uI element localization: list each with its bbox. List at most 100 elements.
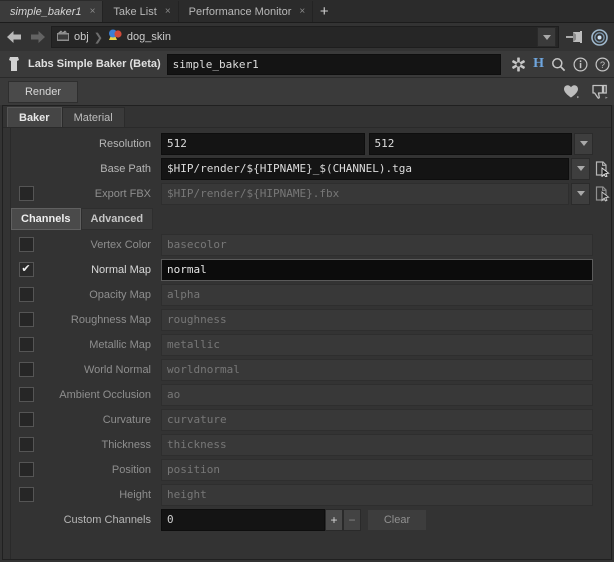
row-roughness-map: Roughness Map roughness <box>3 307 611 332</box>
pane-tab-simple-baker1[interactable]: simple_baker1 × <box>0 1 104 22</box>
export-fbx-input[interactable]: $HIP/render/${HIPNAME}.fbx <box>161 182 569 205</box>
export-fbx-label: Export FBX <box>94 187 151 200</box>
roughness-map-checkbox-cell[interactable] <box>11 312 41 327</box>
export-fbx-menu-button[interactable] <box>571 182 590 205</box>
pane-tab-strip: simple_baker1 × Take List × Performance … <box>0 0 614 23</box>
export-fbx-checkbox[interactable] <box>18 186 34 201</box>
metallic-map-input[interactable]: metallic <box>161 333 593 356</box>
curvature-checkbox[interactable] <box>18 412 34 427</box>
row-metallic-map: Metallic Map metallic <box>3 332 611 357</box>
thickness-input[interactable]: thickness <box>161 433 593 456</box>
world-normal-checkbox-cell[interactable] <box>11 362 41 377</box>
base-path-menu-button[interactable] <box>571 157 590 180</box>
render-button[interactable]: Render <box>8 80 78 103</box>
position-checkbox[interactable] <box>18 462 34 477</box>
row-world-normal: World Normal worldnormal <box>3 357 611 382</box>
close-icon[interactable]: × <box>299 6 305 17</box>
tab-material[interactable]: Material <box>61 107 125 127</box>
thumb-down-icon[interactable] <box>591 84 608 100</box>
vertex-color-label: Vertex Color <box>90 238 151 251</box>
height-label: Height <box>119 488 151 501</box>
base-path-browse-button[interactable] <box>593 159 611 179</box>
curvature-input[interactable]: curvature <box>161 408 593 431</box>
base-path-input[interactable]: $HIP/render/${HIPNAME}_$(CHANNEL).tga <box>161 157 569 180</box>
back-arrow-icon[interactable] <box>5 28 23 46</box>
position-input[interactable]: position <box>161 458 593 481</box>
resolution-menu-button[interactable] <box>574 132 593 155</box>
roughness-map-input[interactable]: roughness <box>161 308 593 331</box>
close-icon[interactable]: × <box>165 6 171 17</box>
custom-channels-add-button[interactable]: + <box>325 508 343 531</box>
custom-channels-clear-button[interactable]: Clear <box>367 508 427 531</box>
metallic-map-checkbox[interactable] <box>18 337 34 352</box>
normal-map-checkbox-cell[interactable]: ✔ <box>11 262 41 277</box>
search-icon[interactable] <box>551 57 566 72</box>
chevron-down-icon <box>542 34 551 40</box>
custom-channels-input[interactable]: 0 <box>161 508 325 531</box>
gear-icon[interactable] <box>511 57 526 72</box>
height-checkbox[interactable] <box>18 487 34 502</box>
forward-arrow-icon[interactable] <box>28 28 46 46</box>
height-input[interactable]: height <box>161 483 593 506</box>
custom-channels-remove-button[interactable]: − <box>343 508 361 531</box>
network-obj-icon <box>56 30 70 45</box>
position-checkbox-cell[interactable] <box>11 462 41 477</box>
sub-tab-bar: Channels Advanced <box>3 208 611 230</box>
heart-icon[interactable] <box>563 84 579 99</box>
vertex-color-checkbox-cell[interactable] <box>11 237 41 252</box>
pin-network-icon[interactable] <box>564 28 584 46</box>
ambient-occlusion-checkbox[interactable] <box>18 387 34 402</box>
thickness-checkbox[interactable] <box>18 437 34 452</box>
metallic-map-checkbox-cell[interactable] <box>11 337 41 352</box>
tab-advanced[interactable]: Advanced <box>80 208 154 230</box>
roughness-map-checkbox[interactable] <box>18 312 34 327</box>
houdini-h-icon[interactable]: H <box>533 56 544 72</box>
pane-tab-take-list[interactable]: Take List × <box>103 1 179 22</box>
pane-tab-label: Performance Monitor <box>188 5 292 18</box>
world-normal-checkbox[interactable] <box>18 362 34 377</box>
export-fbx-browse-button[interactable] <box>593 184 611 204</box>
tab-channels[interactable]: Channels <box>11 208 81 230</box>
curvature-checkbox-cell[interactable] <box>11 412 41 427</box>
opacity-map-checkbox[interactable] <box>18 287 34 302</box>
resolution-x-input[interactable]: 512 <box>161 132 365 155</box>
height-checkbox-cell[interactable] <box>11 487 41 502</box>
parameter-body: Resolution 512 512 Base Path $HIP/render… <box>3 127 611 559</box>
normal-map-label: Normal Map <box>91 263 151 276</box>
vertex-color-input[interactable]: basecolor <box>161 233 593 256</box>
pane-tab-performance-monitor[interactable]: Performance Monitor × <box>178 1 314 22</box>
network-path-bar: obj ❯ dog_skin <box>0 23 614 51</box>
svg-text:?: ? <box>600 60 605 70</box>
breadcrumb-obj[interactable]: obj <box>56 30 89 45</box>
breadcrumb-separator: ❯ <box>93 31 103 44</box>
world-normal-label: World Normal <box>83 363 151 376</box>
close-icon[interactable]: × <box>90 6 96 17</box>
chevron-down-icon <box>576 191 585 196</box>
target-node-icon[interactable] <box>589 28 609 46</box>
ambient-occlusion-input[interactable]: ao <box>161 383 593 406</box>
chevron-down-icon <box>576 166 585 171</box>
help-icon[interactable]: ? <box>595 56 610 72</box>
node-name-input[interactable]: simple_baker1 <box>166 53 502 75</box>
normal-map-checkbox[interactable]: ✔ <box>18 262 34 277</box>
custom-channels-label: Custom Channels <box>63 513 151 526</box>
normal-map-input[interactable]: normal <box>161 258 593 281</box>
breadcrumb-dog-skin[interactable]: dog_skin <box>108 29 171 45</box>
thickness-checkbox-cell[interactable] <box>11 437 41 452</box>
tab-baker[interactable]: Baker <box>7 107 62 127</box>
ambient-occlusion-checkbox-cell[interactable] <box>11 387 41 402</box>
opacity-map-checkbox-cell[interactable] <box>11 287 41 302</box>
row-opacity-map: Opacity Map alpha <box>3 282 611 307</box>
opacity-map-input[interactable]: alpha <box>161 283 593 306</box>
path-dropdown-button[interactable] <box>537 27 556 47</box>
path-input[interactable]: obj ❯ dog_skin <box>51 26 559 48</box>
toolbar-right-icons <box>563 84 608 100</box>
new-tab-button[interactable]: + <box>313 1 336 22</box>
info-icon[interactable] <box>573 56 588 72</box>
row-normal-map: ✔ Normal Map normal <box>3 257 611 282</box>
row-base-path: Base Path $HIP/render/${HIPNAME}_$(CHANN… <box>3 156 611 181</box>
export-fbx-checkbox-cell[interactable] <box>11 186 41 201</box>
resolution-y-input[interactable]: 512 <box>368 132 572 155</box>
world-normal-input[interactable]: worldnormal <box>161 358 593 381</box>
vertex-color-checkbox[interactable] <box>18 237 34 252</box>
